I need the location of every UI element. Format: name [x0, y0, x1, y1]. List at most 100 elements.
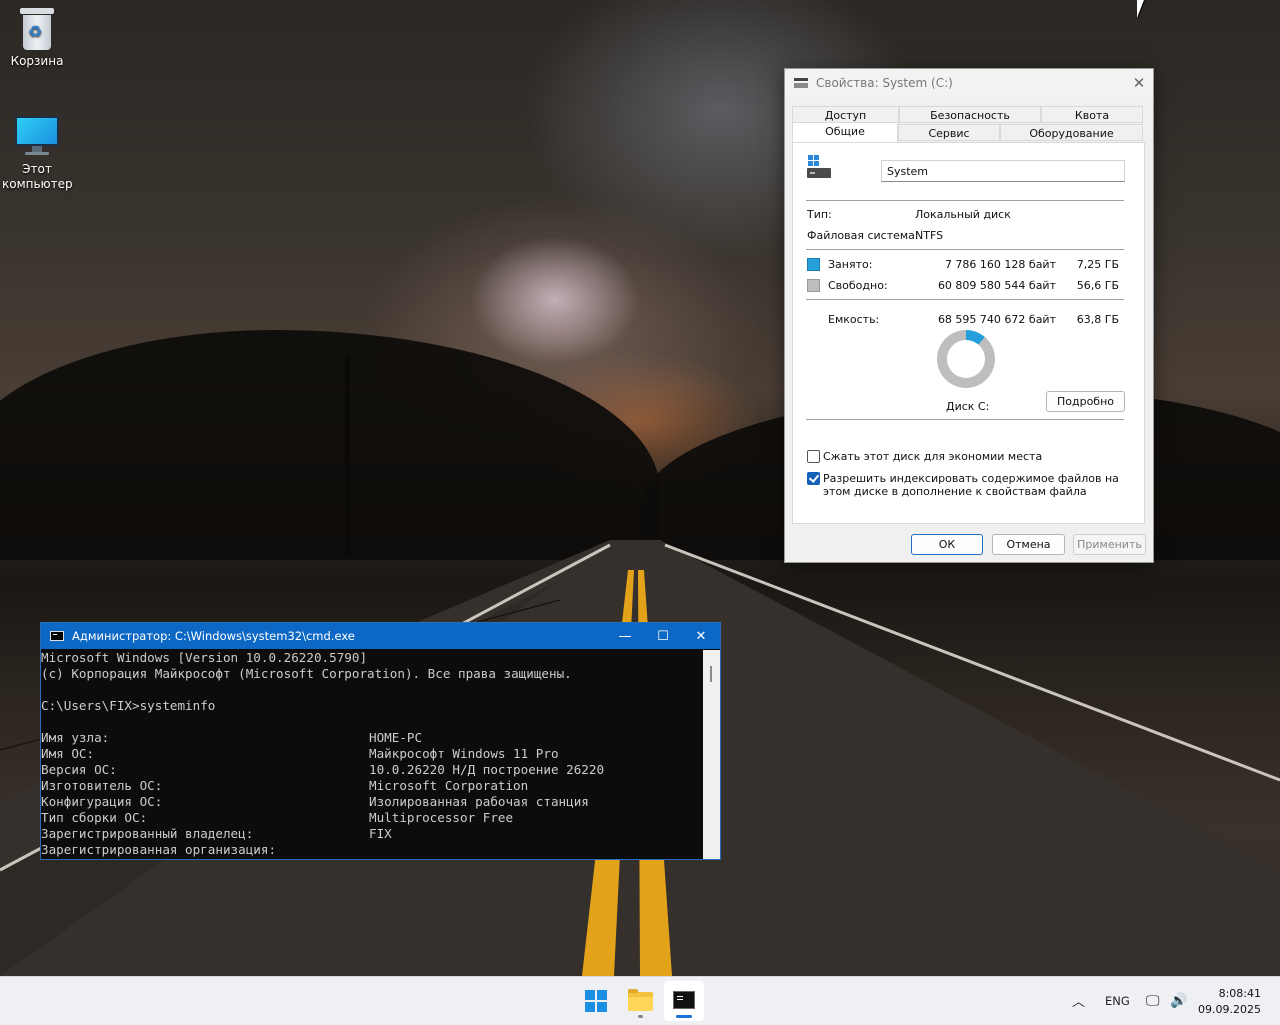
capacity-gb: 63,8 ГБ [1076, 313, 1119, 326]
console-line-key: Имя узла: [41, 730, 110, 745]
capacity-bytes: 68 595 740 672 байт [937, 313, 1056, 326]
clock-time: 8:08:41 [1218, 987, 1261, 1000]
general-tab-panel: Тип: Локальный диск Файловая система: NT… [792, 142, 1145, 524]
dialog-titlebar[interactable]: Свойства: System (C:) ✕ [785, 69, 1153, 97]
used-label: Занято: [828, 258, 873, 271]
volume-icon[interactable]: 🔊 [1170, 993, 1187, 1009]
tab-general[interactable]: Общие [792, 122, 898, 142]
clock-date: 09.09.2025 [1198, 1003, 1261, 1016]
tab-security[interactable]: Безопасность [899, 106, 1041, 123]
cancel-button[interactable]: Отмена [992, 534, 1065, 555]
console-line: Имя узла: HOME-PC [41, 730, 703, 746]
desktop-icon-label: Корзина [10, 54, 64, 68]
clock[interactable]: 8:08:41 09.09.2025 [1198, 986, 1261, 1018]
divider [806, 299, 1124, 300]
drive-name-input[interactable] [881, 160, 1125, 182]
console-line-value: 10.0.26220 Н/Д построение 26220 [369, 762, 605, 777]
windows-drive-icon [807, 155, 831, 179]
desktop-icon-this-pc[interactable]: Этот компьютер [0, 116, 74, 192]
cmd-title: Администратор: C:\Windows\system32\cmd.e… [72, 629, 355, 643]
wallpaper-pole [345, 356, 350, 556]
close-icon[interactable]: ✕ [1125, 74, 1153, 92]
cmd-window: Администратор: C:\Windows\system32\cmd.e… [40, 622, 721, 860]
console-line-key: Конфигурация ОС: [41, 794, 163, 809]
computer-icon [15, 116, 59, 158]
divider [806, 249, 1124, 250]
tab-tools[interactable]: Сервис [898, 124, 1000, 141]
mouse-cursor-icon [1137, 0, 1144, 18]
network-icon[interactable]: 🖵 [1146, 993, 1160, 1009]
desktop-icon-recycle-bin[interactable]: ♻ Корзина [0, 8, 74, 69]
free-color-swatch [807, 279, 820, 292]
console-line-key: Зарегистрированная организация: [41, 842, 277, 857]
free-label: Свободно: [828, 279, 888, 292]
used-gb: 7,25 ГБ [1076, 258, 1119, 271]
console-line: Изготовитель ОС: Microsoft Corporation [41, 778, 703, 794]
maximize-icon[interactable]: ☐ [644, 629, 682, 644]
capacity-label: Емкость: [828, 313, 880, 326]
properties-dialog: Свойства: System (C:) ✕ Доступ Безопасно… [784, 68, 1154, 563]
used-bytes: 7 786 160 128 байт [944, 258, 1056, 271]
console-line-key: Изготовитель ОС: [41, 778, 163, 793]
console-line-value: FIX [369, 826, 392, 841]
console-output[interactable]: Microsoft Windows [Version 10.0.26220.57… [41, 650, 703, 859]
minimize-icon[interactable]: — [606, 629, 644, 644]
apply-button[interactable]: Применить [1073, 534, 1146, 555]
console-line: Конфигурация ОС: Изолированная рабочая ст… [41, 794, 703, 810]
start-button[interactable] [576, 981, 616, 1021]
compress-checkbox[interactable] [807, 450, 820, 463]
console-line-key: Версия ОС: [41, 762, 117, 777]
language-indicator[interactable]: ENG [1105, 994, 1130, 1008]
console-line: Версия ОС: 10.0.26220 Н/Д построение 2622… [41, 762, 703, 778]
fs-label: Файловая система: [807, 229, 919, 242]
ok-button[interactable]: ОК [911, 534, 983, 555]
free-gb: 56,6 ГБ [1076, 279, 1119, 292]
index-checkbox[interactable] [807, 472, 820, 485]
taskbar-cmd[interactable] [664, 981, 704, 1021]
type-value: Локальный диск [915, 208, 1011, 221]
used-color-swatch [807, 258, 820, 271]
disk-label: Диск C: [946, 400, 990, 413]
cmd-titlebar[interactable]: Администратор: C:\Windows\system32\cmd.e… [41, 623, 720, 649]
tab-quota[interactable]: Квота [1041, 106, 1143, 123]
console-line: Имя ОС: Майкрософт Windows 11 Pro [41, 746, 703, 762]
running-indicator [638, 1015, 643, 1018]
cmd-scrollbar[interactable] [703, 650, 720, 859]
index-label-line1: Разрешить индексировать содержимое файло… [823, 472, 1119, 485]
details-button[interactable]: Подробно [1046, 391, 1125, 412]
console-line-key: Microsoft Windows [Version 10.0.26220.57… [41, 650, 368, 665]
console-line-key: C:\Users\FIX>systeminfo [41, 698, 216, 713]
index-label-line2: этом диске в дополнение к свойствам файл… [823, 485, 1087, 498]
tab-hardware[interactable]: Оборудование [1000, 124, 1143, 141]
recycle-bin-icon: ♻ [20, 8, 54, 50]
compress-label[interactable]: Сжать этот диск для экономии места [823, 450, 1042, 463]
console-line-key: Тип сборки ОС: [41, 810, 148, 825]
console-line: (c) Корпорация Майкрософт (Microsoft Cor… [41, 666, 703, 682]
close-icon[interactable]: ✕ [682, 629, 720, 644]
console-line: Зарегистрированная организация: [41, 842, 703, 858]
tab-sharing[interactable]: Доступ [792, 106, 899, 123]
index-label[interactable]: Разрешить индексировать содержимое файло… [823, 472, 1119, 498]
wallpaper-trees-left [0, 330, 660, 560]
terminal-icon [673, 991, 695, 1009]
windows-logo-icon [585, 990, 607, 1012]
type-label: Тип: [807, 208, 832, 221]
console-line: Тип сборки ОС: Multiprocessor Free [41, 810, 703, 826]
chevron-up-icon[interactable]: ︿ [1072, 991, 1085, 1010]
console-line-value: Microsoft Corporation [369, 778, 529, 793]
taskbar-file-explorer[interactable] [620, 981, 660, 1021]
console-line: Зарегистрированный владелец: FIX [41, 826, 703, 842]
folder-icon [628, 989, 653, 1011]
console-line-key: Зарегистрированный владелец: [41, 826, 254, 841]
console-line-value: Изолированная рабочая станция [369, 794, 589, 809]
fs-value: NTFS [915, 229, 944, 242]
free-bytes: 60 809 580 544 байт [937, 279, 1056, 292]
taskbar: ︿ ENG 🖵 🔊 8:08:41 09.09.2025 [0, 976, 1280, 1025]
console-line-value: Multiprocessor Free [369, 810, 514, 825]
divider [806, 200, 1124, 201]
console-line-value: Майкрософт Windows 11 Pro [369, 746, 559, 761]
console-line-key: (c) Корпорация Майкрософт (Microsoft Cor… [41, 666, 572, 681]
cmd-app-icon [50, 631, 64, 641]
